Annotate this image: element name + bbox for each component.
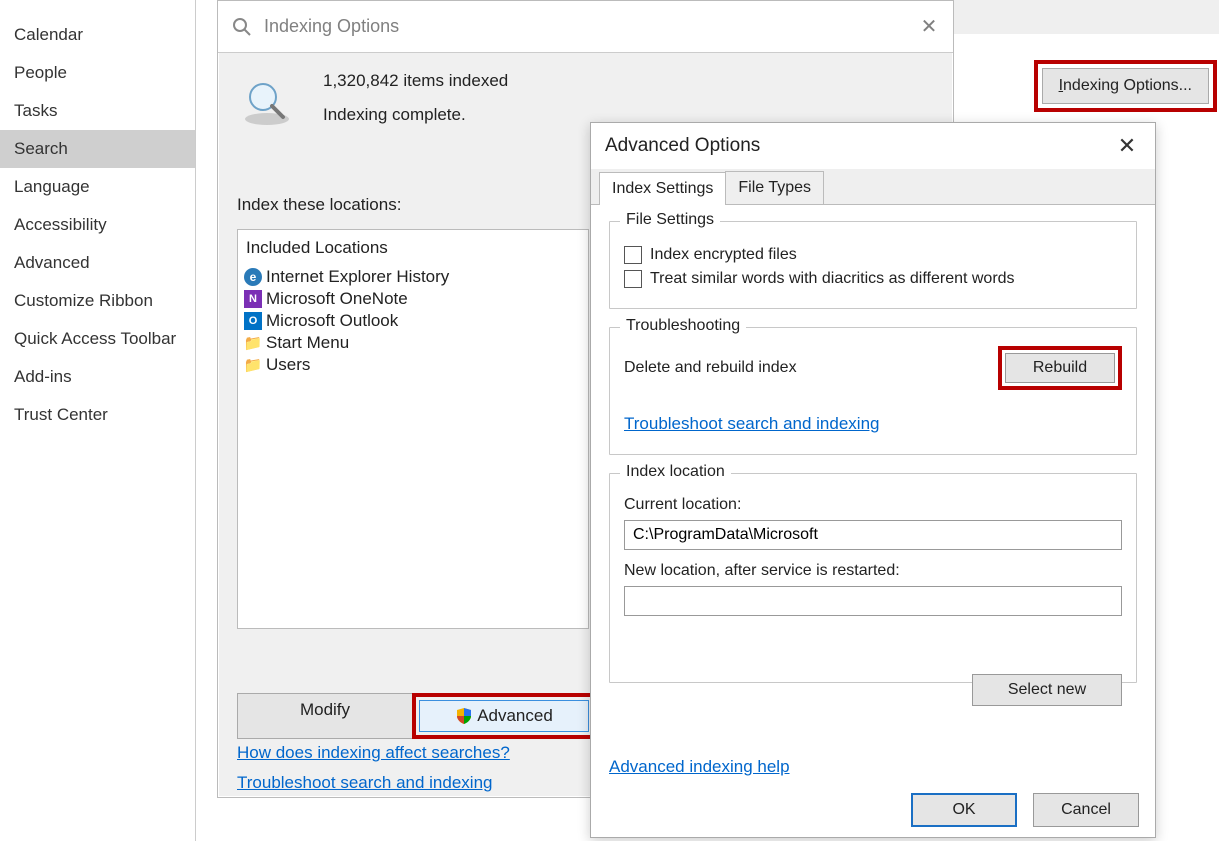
group-legend: Troubleshooting [620,317,746,335]
group-legend: Index location [620,463,731,481]
tab-index-settings[interactable]: Index Settings [599,172,726,205]
new-location-label: New location, after service is restarted… [624,562,1122,580]
list-item[interactable]: 📁 Start Menu [242,332,584,354]
magnifier-icon [230,15,254,39]
checkbox-label: Treat similar words with diacritics as d… [650,270,1015,288]
close-icon[interactable]: ✕ [915,14,943,39]
tab-file-types[interactable]: File Types [725,171,824,204]
options-sidebar: Calendar People Tasks Search Language Ac… [0,0,196,841]
list-item-label: Users [266,355,310,375]
troubleshooting-group: Troubleshooting Delete and rebuild index… [609,327,1137,455]
list-item-label: Internet Explorer History [266,267,449,287]
highlight-advanced: Advanced [412,693,596,739]
sidebar-item-accessibility[interactable]: Accessibility [0,206,195,244]
sidebar-item-search[interactable]: Search [0,130,195,168]
checkbox-label: Index encrypted files [650,246,797,264]
label-rest: ndexing Options... [1063,77,1192,94]
dialog-titlebar: Advanced Options ✕ [591,123,1155,169]
ok-button[interactable]: OK [911,793,1017,827]
new-location-input[interactable] [624,586,1122,616]
current-location-input[interactable] [624,520,1122,550]
dialog-title: Indexing Options [264,16,399,37]
link-troubleshoot-search-indexing[interactable]: Troubleshoot search and indexing [624,414,879,434]
onenote-icon: N [244,290,262,308]
rebuild-button[interactable]: Rebuild [1005,353,1115,383]
folder-icon: 📁 [244,334,262,352]
sidebar-item-people[interactable]: People [0,54,195,92]
index-location-group: Index location Current location: New loc… [609,473,1137,683]
link-how-indexing-affect[interactable]: How does indexing affect searches? [237,743,510,763]
delete-rebuild-label: Delete and rebuild index [624,359,797,377]
dialog-footer: OK Cancel [911,793,1139,827]
checkbox-index-encrypted[interactable] [624,246,642,264]
group-legend: File Settings [620,211,720,229]
link-advanced-indexing-help[interactable]: Advanced indexing help [609,757,790,777]
link-troubleshoot-indexing[interactable]: Troubleshoot search and indexing [237,773,510,793]
ie-icon: e [244,268,262,286]
indexing-options-button[interactable]: Indexing Options... [1042,68,1209,104]
list-item-label: Start Menu [266,333,349,353]
current-location-label: Current location: [624,496,1122,514]
sidebar-item-add-ins[interactable]: Add-ins [0,358,195,396]
column-header: Included Locations [242,236,584,266]
magnifier-large-icon [237,77,297,129]
advanced-button[interactable]: Advanced [419,700,589,732]
sidebar-item-tasks[interactable]: Tasks [0,92,195,130]
sidebar-item-quick-access-toolbar[interactable]: Quick Access Toolbar [0,320,195,358]
folder-icon: 📁 [244,356,262,374]
list-item-label: Microsoft OneNote [266,289,408,309]
advanced-options-dialog: Advanced Options ✕ Index Settings File T… [590,122,1156,838]
list-item[interactable]: 📁 Users [242,354,584,376]
list-item[interactable]: e Internet Explorer History [242,266,584,288]
file-settings-group: File Settings Index encrypted files Trea… [609,221,1137,309]
sidebar-item-customize-ribbon[interactable]: Customize Ribbon [0,282,195,320]
advanced-body: File Settings Index encrypted files Trea… [591,205,1155,785]
shield-icon [455,707,473,725]
advanced-button-label: Advanced [477,706,553,726]
dialog-title: Advanced Options [605,135,760,157]
sidebar-item-language[interactable]: Language [0,168,195,206]
sidebar-item-trust-center[interactable]: Trust Center [0,396,195,434]
highlight-rebuild: Rebuild [998,346,1122,390]
close-icon[interactable]: ✕ [1113,133,1141,159]
sidebar-item-advanced[interactable]: Advanced [0,244,195,282]
highlight-indexing-options: Indexing Options... [1034,60,1217,112]
list-item[interactable]: O Microsoft Outlook [242,310,584,332]
sidebar-item-calendar[interactable]: Calendar [0,16,195,54]
items-indexed-label: 1,320,842 items indexed [323,71,508,91]
list-item[interactable]: N Microsoft OneNote [242,288,584,310]
tabstrip: Index Settings File Types [591,169,1155,205]
outlook-icon: O [244,312,262,330]
checkbox-diacritics[interactable] [624,270,642,288]
index-status-label: Indexing complete. [323,105,508,125]
options-topbar [951,0,1219,34]
included-locations-list[interactable]: Included Locations e Internet Explorer H… [237,229,589,629]
dialog-titlebar: Indexing Options ✕ [218,1,953,53]
select-new-button[interactable]: Select new [972,674,1122,706]
list-item-label: Microsoft Outlook [266,311,398,331]
modify-button[interactable]: Modify [237,693,413,739]
cancel-button[interactable]: Cancel [1033,793,1139,827]
